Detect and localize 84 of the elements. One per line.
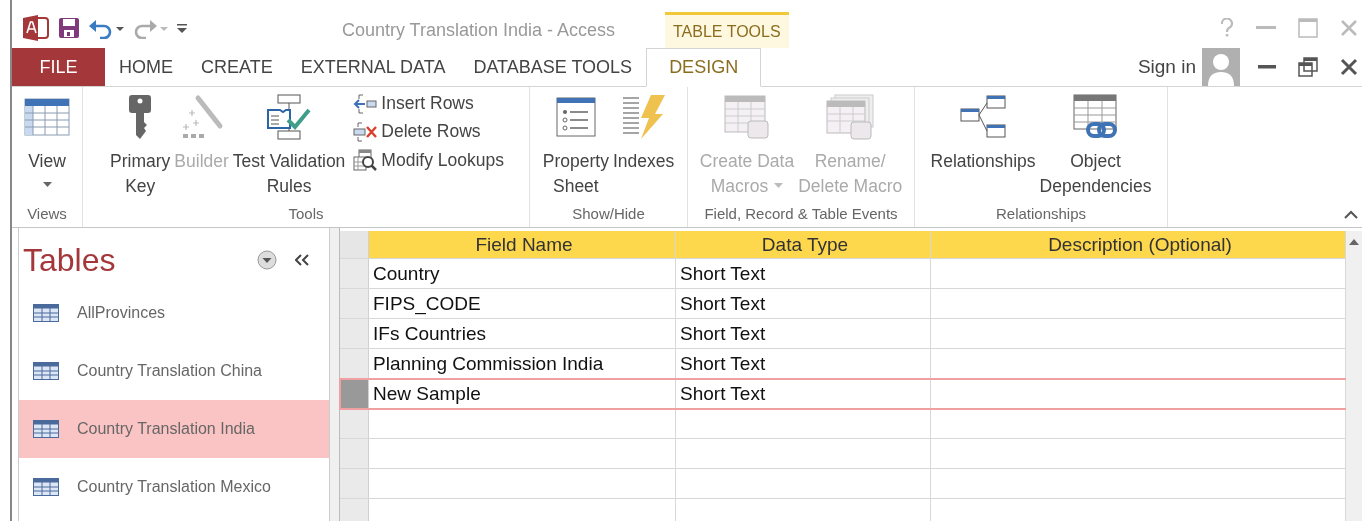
- table-cell: FIPS_CODE: [369, 289, 676, 318]
- table-cell: Country: [369, 259, 676, 288]
- select-all-corner[interactable]: [340, 231, 369, 258]
- maximize-icon[interactable]: [1298, 18, 1318, 38]
- collapse-pane-icon[interactable]: [295, 254, 309, 266]
- ribbon-button[interactable]: Object Dependencies: [1037, 93, 1154, 199]
- group-label: Show/Hide: [571, 205, 646, 224]
- table-item[interactable]: Country Translation India: [19, 400, 329, 458]
- undo-icon[interactable]: [88, 17, 124, 39]
- key-icon: [128, 93, 153, 141]
- minimize-icon[interactable]: [1256, 26, 1276, 30]
- row-selector[interactable]: [340, 409, 369, 438]
- table-item[interactable]: Country Translation China: [19, 342, 329, 400]
- column-header[interactable]: Field Name: [369, 231, 676, 258]
- ribbon-button[interactable]: View: [22, 93, 72, 187]
- caret-icon: [42, 182, 52, 187]
- sign-in-link[interactable]: Sign in: [1137, 56, 1196, 78]
- link-table-icon: [1071, 93, 1120, 141]
- caret-icon: [774, 182, 784, 188]
- ribbon-tab[interactable]: DESIGN: [646, 48, 762, 87]
- ribbon-button[interactable]: Delete Rows: [353, 121, 504, 142]
- group-label: Field, Record & Table Events: [703, 205, 899, 224]
- table-item[interactable]: AllProvinces: [19, 284, 329, 342]
- ribbon-button[interactable]: Indexes: [610, 93, 677, 174]
- row-selector[interactable]: [340, 259, 369, 288]
- row-selector[interactable]: [340, 439, 369, 468]
- row-selector[interactable]: [340, 499, 369, 521]
- validation-icon: [266, 93, 313, 141]
- pane-splitter[interactable]: [330, 228, 340, 521]
- close-icon[interactable]: [1340, 58, 1358, 76]
- access-logo-icon[interactable]: [22, 15, 50, 41]
- delete-rows-icon: [353, 121, 378, 142]
- ribbon-button[interactable]: Primary Key: [108, 93, 173, 199]
- insert-rows-icon: [353, 93, 378, 114]
- collapse-ribbon-icon[interactable]: [1344, 210, 1358, 219]
- table-cell: Short Text: [676, 259, 931, 288]
- dropdown-icon[interactable]: [257, 250, 277, 270]
- ribbon-button[interactable]: Relationships: [928, 93, 1038, 174]
- ribbon-tab[interactable]: CREATE: [187, 48, 287, 86]
- ribbon-button[interactable]: Insert Rows: [353, 93, 504, 114]
- table-icon: [33, 420, 59, 438]
- help-icon[interactable]: [1220, 18, 1234, 38]
- table-cell: IFs Countries: [369, 319, 676, 348]
- avatar-icon[interactable]: [1202, 48, 1240, 86]
- save-icon[interactable]: [58, 17, 80, 39]
- group-label: Relationships: [994, 205, 1088, 224]
- lookup-icon: [353, 149, 378, 171]
- ribbon-tab[interactable]: DATABASE TOOLS: [459, 48, 647, 86]
- table-cell: Short Text: [676, 319, 931, 348]
- table-cell: Short Text: [676, 349, 931, 378]
- ribbon-tab[interactable]: HOME: [105, 48, 187, 86]
- scrollbar[interactable]: [1346, 231, 1362, 521]
- customize-toolbar-icon[interactable]: [176, 22, 188, 34]
- table-cell: Planning Commission India: [369, 349, 676, 378]
- table-icon: [33, 304, 59, 322]
- ribbon-button[interactable]: Test Validation Rules: [230, 93, 348, 199]
- pane-title: Tables: [23, 241, 117, 279]
- macro-stack-icon: [825, 93, 876, 141]
- ribbon-button[interactable]: Property Sheet: [540, 93, 611, 199]
- restore-icon[interactable]: [1298, 57, 1318, 77]
- table-cell: Short Text: [676, 379, 931, 408]
- table-icon: [33, 362, 59, 380]
- row-selector[interactable]: [340, 469, 369, 498]
- scroll-up-icon[interactable]: [1349, 239, 1359, 245]
- row-selector[interactable]: [340, 349, 369, 378]
- file-tab[interactable]: FILE: [12, 48, 105, 86]
- group-label: Tools: [287, 205, 325, 224]
- macro-table-icon: [723, 93, 770, 141]
- table-cell: Short Text: [676, 289, 931, 318]
- group-label: Views: [26, 205, 68, 224]
- ribbon-button[interactable]: Modify Lookups: [353, 149, 504, 171]
- redo-icon[interactable]: [132, 17, 168, 39]
- table-item[interactable]: Country Translation Mexico: [19, 458, 329, 516]
- contextual-tab-group: TABLE TOOLS: [665, 12, 789, 48]
- row-selector[interactable]: [340, 379, 369, 408]
- row-selector[interactable]: [340, 319, 369, 348]
- table-icon: [33, 478, 59, 496]
- relationships-icon: [959, 93, 1008, 141]
- minimize-icon[interactable]: [1258, 65, 1276, 69]
- row-selector[interactable]: [340, 289, 369, 318]
- column-header[interactable]: Data Type: [676, 231, 931, 258]
- ribbon-tab[interactable]: EXTERNAL DATA: [286, 48, 460, 86]
- table-cell: New Sample: [369, 379, 676, 408]
- window-title: Country Translation India - Access: [340, 19, 617, 42]
